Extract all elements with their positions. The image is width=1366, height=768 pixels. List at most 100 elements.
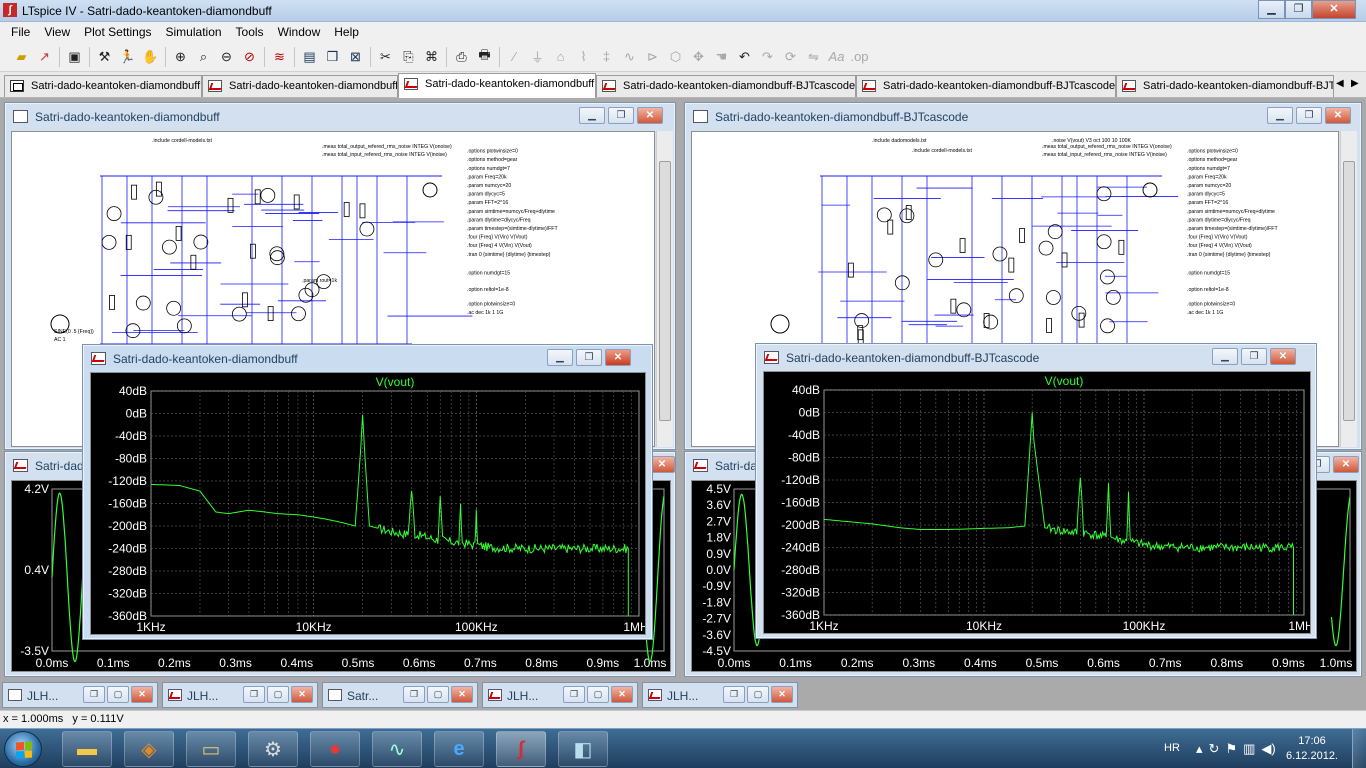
tab-1[interactable]: Satri-dado-keantoken-diamondbuff [4,75,202,97]
drag-icon[interactable]: ☚ [710,46,733,68]
save-icon[interactable]: ▣ [63,46,86,68]
close-button[interactable]: ✕ [605,349,631,366]
menu-plot-settings[interactable]: Plot Settings [77,25,158,39]
tab-3-active[interactable]: Satri-dado-keantoken-diamondbuff [398,73,596,98]
autorange-icon[interactable]: ≋ [268,46,291,68]
ground-icon[interactable]: ⏚ [526,46,549,68]
close-button[interactable]: ✕ [451,686,473,703]
tab-scroll-left[interactable]: ◀ [1336,78,1344,89]
menu-simulation[interactable]: Simulation [159,25,229,39]
wire-icon[interactable]: ∕ [503,46,526,68]
internet-explorer-taskbar-button[interactable]: e [434,731,484,767]
close-button[interactable]: ✕ [1270,348,1296,365]
spice-directive-icon[interactable]: .op [848,46,871,68]
zoom-in-icon[interactable]: ⊕ [169,46,192,68]
restore-button[interactable]: ❐ [608,107,634,124]
menu-tools[interactable]: Tools [229,25,271,39]
close-button[interactable]: ✕ [1325,107,1351,124]
diode-icon[interactable]: ⊳ [641,46,664,68]
show-desktop-button[interactable] [1352,729,1366,768]
find-icon[interactable]: ⌘ [420,46,443,68]
close-button[interactable]: ✕ [1333,456,1359,473]
minimize-button[interactable]: ▁ [579,107,605,124]
language-indicator[interactable]: HR [1164,742,1180,754]
minimize-button[interactable]: ▁ [547,349,573,366]
maximize-button[interactable]: ▢ [267,686,289,703]
close-button[interactable]: ✕ [291,686,313,703]
fft-window-right[interactable]: Satri-dado-keantoken-diamondbuff-BJTcasc… [755,343,1317,639]
menu-file[interactable]: File [4,25,37,39]
minimized-window-5[interactable]: JLH... ❐ ▢ ✕ [642,682,798,708]
close-button[interactable]: ✕ [637,107,663,124]
maximize-button[interactable]: ▢ [747,686,769,703]
menu-view[interactable]: View [37,25,77,39]
minimize-button[interactable]: ▁ [1212,348,1238,365]
cut-icon[interactable]: ✂ [374,46,397,68]
copy-icon[interactable]: ⎘ [397,46,420,68]
mirror-icon[interactable]: ⇋ [802,46,825,68]
minimized-window-3[interactable]: Satr... ❐ ▢ ✕ [322,682,478,708]
tab-5[interactable]: Satri-dado-keantoken-diamondbuff-BJTcasc… [856,75,1116,97]
scrollbar-thumb[interactable] [1343,161,1355,421]
tab-4[interactable]: Satri-dado-keantoken-diamondbuff-BJTcasc… [596,75,856,97]
capacitor-icon[interactable]: ‡ [595,46,618,68]
ltspice-taskbar-button[interactable]: ∫ [496,731,546,767]
cascade-icon[interactable]: ❒ [321,46,344,68]
text-icon[interactable]: Aa [825,46,848,68]
print-icon[interactable]: 🖶 [473,46,496,68]
app-taskbar-button-4[interactable]: ⚙ [248,731,298,767]
app-taskbar-button-6[interactable]: ∿ [372,731,422,767]
app-taskbar-button-3[interactable]: ▭ [186,731,236,767]
tile-horizontal-icon[interactable]: ▤ [298,46,321,68]
close-button[interactable]: ✕ [611,686,633,703]
action-center-icon[interactable]: ⚑ [1225,741,1237,757]
restore-button[interactable]: ❐ [576,349,602,366]
component-icon[interactable]: ⬡ [664,46,687,68]
tab-2[interactable]: Satri-dado-keantoken-diamondbuff [202,75,398,97]
open-file-icon[interactable]: ↗ [33,46,56,68]
clock[interactable]: 17:06 6.12.2012. [1286,734,1338,764]
tray-expand-icon[interactable]: ▴ [1196,741,1203,757]
tab-scroll-right[interactable]: ▶ [1351,78,1359,89]
explorer-taskbar-button[interactable]: ▬ [62,731,112,767]
maximize-button[interactable]: ▢ [107,686,129,703]
restore-button[interactable]: ❐ [83,686,105,703]
close-button[interactable]: ✕ [1312,0,1356,19]
minimize-button[interactable]: ▁ [1258,0,1285,19]
zoom-cancel-icon[interactable]: ⊘ [238,46,261,68]
undo-icon[interactable]: ↶ [733,46,756,68]
restore-button[interactable]: ❐ [563,686,585,703]
restore-button[interactable]: ❐ [1296,107,1322,124]
run-icon[interactable]: 🏃 [116,46,139,68]
halt-icon[interactable]: ✋ [139,46,162,68]
close-button[interactable]: ✕ [131,686,153,703]
zoom-pan-icon[interactable]: ⌕ [192,46,215,68]
minimized-window-1[interactable]: JLH... ❐ ▢ ✕ [2,682,158,708]
app-taskbar-button-9[interactable]: ◧ [558,731,608,767]
app-taskbar-button-5[interactable]: ● [310,731,360,767]
restore-button[interactable]: ❐ [723,686,745,703]
inductor-icon[interactable]: ∿ [618,46,641,68]
menu-help[interactable]: Help [327,25,366,39]
control-panel-icon[interactable]: ⚒ [93,46,116,68]
restore-button[interactable]: ❐ [243,686,265,703]
fft-window-left[interactable]: Satri-dado-keantoken-diamondbuff ▁ ❐ ✕ 4… [82,344,653,640]
zoom-out-icon[interactable]: ⊖ [215,46,238,68]
maximize-button[interactable]: ▢ [427,686,449,703]
maximize-button[interactable]: ▢ [587,686,609,703]
restore-button[interactable]: ❐ [403,686,425,703]
scrollbar-thumb[interactable] [659,161,671,421]
minimize-button[interactable]: ▁ [1267,107,1293,124]
fft-plot-right[interactable]: 40dB 0dB -40dB -80dB -120dB -160dB -200dB -240d… [763,371,1311,634]
print-setup-icon[interactable]: ⎙ [450,46,473,68]
rotate-icon[interactable]: ⟳ [779,46,802,68]
start-button[interactable] [4,731,42,767]
minimized-window-2[interactable]: JLH... ❐ ▢ ✕ [162,682,318,708]
open-folder-icon[interactable]: ▰ [10,46,33,68]
fft-plot-left[interactable]: 40dB 0dB -40dB -80dB -120dB -160dB -200dB -240d… [90,372,646,635]
sync-icon[interactable]: ↻ [1209,741,1220,757]
close-button[interactable]: ✕ [771,686,793,703]
redo-icon[interactable]: ↷ [756,46,779,68]
restore-button[interactable]: ❐ [1285,0,1312,19]
network-icon[interactable]: ▥ [1243,741,1255,757]
